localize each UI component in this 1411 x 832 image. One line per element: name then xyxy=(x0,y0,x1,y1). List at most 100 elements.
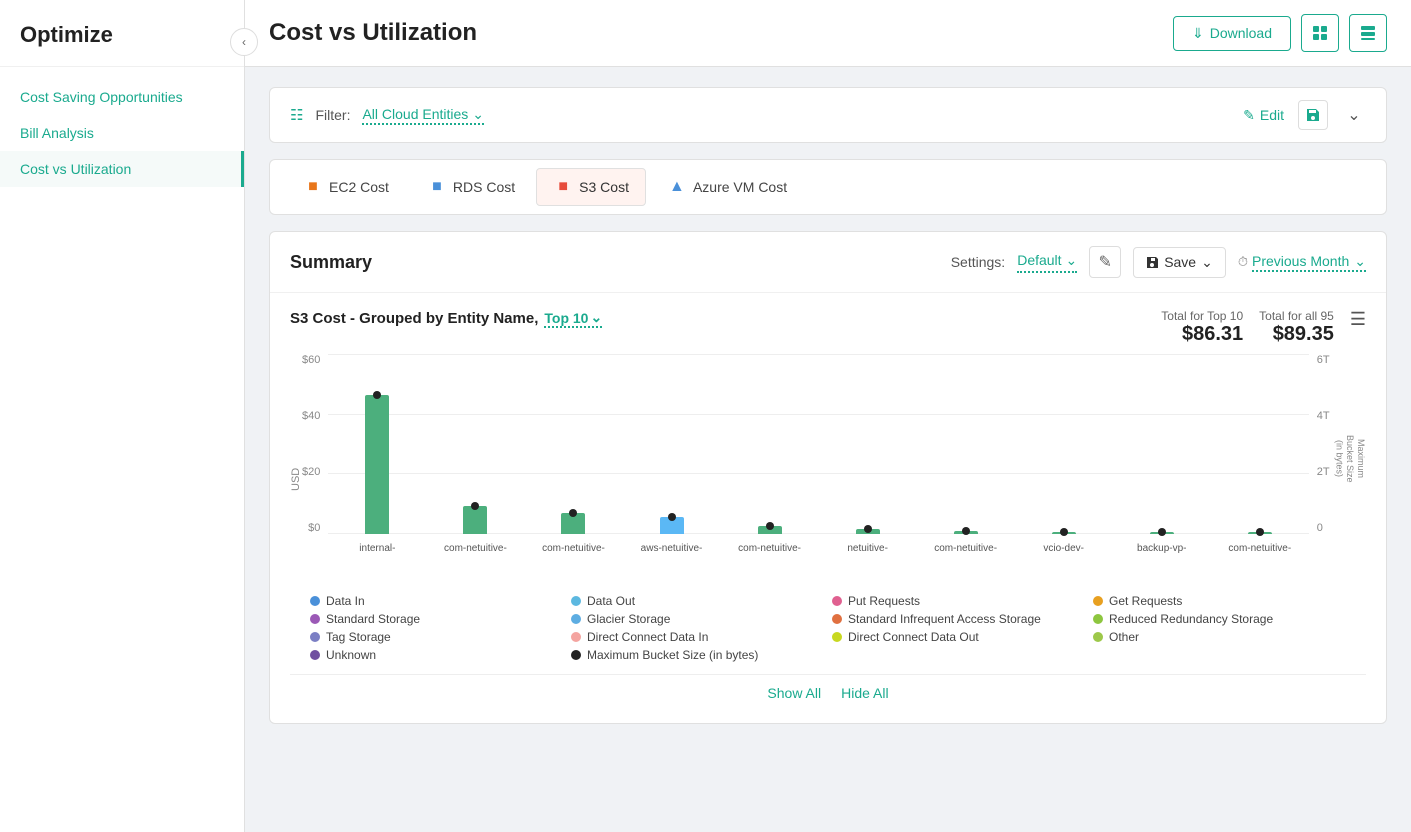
bar-group[interactable]: com-netuitive- xyxy=(426,354,524,534)
summary-controls: Settings: Default ⌄ ✎ Save ⌄ ⏱ xyxy=(951,246,1366,278)
bar-group[interactable]: netuitive- xyxy=(819,354,917,534)
layout-icon xyxy=(1360,25,1376,41)
chart-totals: Total for Top 10 $86.31 Total for all 95… xyxy=(1161,309,1366,346)
bar-chart: USD $60 $40 $20 $0 xyxy=(290,354,1366,584)
ec2-icon: ■ xyxy=(303,177,323,197)
filter-expand-button[interactable]: ⌄ xyxy=(1342,103,1366,127)
legend-item: Get Requests xyxy=(1093,594,1346,608)
tab-rds-cost[interactable]: ■ RDS Cost xyxy=(410,168,532,206)
settings-edit-button[interactable]: ✎ xyxy=(1089,246,1121,278)
filter-bar: ☷ Filter: All Cloud Entities ⌄ ✎ Edit ⌄ xyxy=(269,87,1387,143)
legend-color xyxy=(310,596,320,606)
bar-group[interactable]: vcio-dev- xyxy=(1015,354,1113,534)
legend-item: Direct Connect Data Out xyxy=(832,630,1085,644)
header-actions: ⇓ Download xyxy=(1173,14,1387,52)
legend-color xyxy=(1093,596,1103,606)
bar-label: aws-netuitive- xyxy=(641,543,703,554)
bar-group[interactable]: internal- xyxy=(328,354,426,534)
tab-ec2-cost[interactable]: ■ EC2 Cost xyxy=(286,168,406,206)
download-button[interactable]: ⇓ Download xyxy=(1173,16,1291,51)
bar-label: com-netuitive- xyxy=(934,543,997,554)
legend-color xyxy=(571,596,581,606)
legend-label: Unknown xyxy=(326,648,376,662)
show-hide-bar: Show All Hide All xyxy=(290,674,1366,711)
sidebar-collapse-button[interactable]: ‹ xyxy=(230,28,258,56)
s3-icon: ■ xyxy=(553,177,573,197)
legend-color xyxy=(571,650,581,660)
top10-chevron-icon: ⌄ xyxy=(590,309,602,326)
edit-button[interactable]: ✎ Edit xyxy=(1243,107,1284,124)
filter-left: ☷ Filter: All Cloud Entities ⌄ xyxy=(290,106,484,125)
filter-select[interactable]: All Cloud Entities ⌄ xyxy=(362,106,484,125)
show-all-button[interactable]: Show All xyxy=(767,685,821,701)
tabs-bar: ■ EC2 Cost ■ RDS Cost ■ S3 Cost ▲ Azure … xyxy=(269,159,1387,215)
layout-button[interactable] xyxy=(1349,14,1387,52)
bar-group[interactable]: aws-netuitive- xyxy=(623,354,721,534)
legend-color xyxy=(310,650,320,660)
legend-item: Direct Connect Data In xyxy=(571,630,824,644)
sidebar-item-bill-analysis[interactable]: Bill Analysis xyxy=(0,115,244,151)
azure-icon: ▲ xyxy=(667,177,687,197)
page-header: Cost vs Utilization ⇓ Download xyxy=(245,0,1411,67)
y-axis-left: $60 $40 $20 $0 xyxy=(302,354,328,554)
floppy-icon xyxy=(1146,256,1159,269)
grid-icon xyxy=(1312,25,1328,41)
main-content: Cost vs Utilization ⇓ Download xyxy=(245,0,1411,832)
bar-dot xyxy=(1060,528,1068,536)
save-icon xyxy=(1306,108,1320,122)
legend-label: Maximum Bucket Size (in bytes) xyxy=(587,648,758,662)
legend-item: Maximum Bucket Size (in bytes) xyxy=(571,648,824,662)
bars-area: internal-com-netuitive-com-netuitive-aws… xyxy=(328,354,1308,534)
chart-title-group: S3 Cost - Grouped by Entity Name, Top 10… xyxy=(290,309,602,328)
y-axis-right: 6T 4T 2T 0 xyxy=(1309,354,1330,554)
download-icon: ⇓ xyxy=(1192,25,1204,42)
grid-view-button[interactable] xyxy=(1301,14,1339,52)
clock-icon: ⏱ xyxy=(1238,254,1248,270)
total-top10: Total for Top 10 $86.31 xyxy=(1161,309,1243,346)
save-chevron-icon: ⌄ xyxy=(1201,254,1213,271)
legend-item: Tag Storage xyxy=(310,630,563,644)
bar-group[interactable]: com-netuitive- xyxy=(1211,354,1309,534)
bar xyxy=(1248,532,1272,534)
legend-label: Put Requests xyxy=(848,594,920,608)
legend-color xyxy=(832,632,842,642)
legend-item: Data In xyxy=(310,594,563,608)
filter-chevron-icon: ⌄ xyxy=(472,106,484,123)
bar-dot xyxy=(569,509,577,517)
bar-label: backup-vp- xyxy=(1137,543,1186,554)
chart-area: internal-com-netuitive-com-netuitive-aws… xyxy=(328,354,1308,554)
app-title: Optimize xyxy=(0,0,244,67)
legend-label: Standard Storage xyxy=(326,612,420,626)
legend-item: Unknown xyxy=(310,648,563,662)
previous-month-button[interactable]: Previous Month ⌄ xyxy=(1252,253,1366,272)
chart-menu-icon[interactable]: ☰ xyxy=(1350,309,1366,330)
bar-label: com-netuitive- xyxy=(1228,543,1291,554)
tab-azure-vm-cost[interactable]: ▲ Azure VM Cost xyxy=(650,168,804,206)
settings-select[interactable]: Default ⌄ xyxy=(1017,252,1077,273)
hide-all-button[interactable]: Hide All xyxy=(841,685,888,701)
top10-selector[interactable]: Top 10 ⌄ xyxy=(544,309,602,328)
legend-color xyxy=(1093,614,1103,624)
tab-s3-cost[interactable]: ■ S3 Cost xyxy=(536,168,646,206)
total-all: Total for all 95 $89.35 xyxy=(1259,309,1334,346)
filter-icon: ☷ xyxy=(290,106,303,124)
bar-group[interactable]: com-netuitive- xyxy=(721,354,819,534)
summary-section: Summary Settings: Default ⌄ ✎ Save ⌄ xyxy=(269,231,1387,724)
bar-dot xyxy=(471,502,479,510)
sidebar: Optimize ‹ Cost Saving Opportunities Bil… xyxy=(0,0,245,832)
bar xyxy=(365,395,389,534)
bar-group[interactable]: backup-vp- xyxy=(1113,354,1211,534)
save-button[interactable]: Save ⌄ xyxy=(1133,247,1226,278)
legend-color xyxy=(571,632,581,642)
legend-item: Reduced Redundancy Storage xyxy=(1093,612,1346,626)
legend-label: Reduced Redundancy Storage xyxy=(1109,612,1273,626)
legend: Data InData OutPut RequestsGet RequestsS… xyxy=(290,584,1366,674)
sidebar-item-cost-saving[interactable]: Cost Saving Opportunities xyxy=(0,79,244,115)
sidebar-item-cost-utilization[interactable]: Cost vs Utilization xyxy=(0,151,244,187)
bar-group[interactable]: com-netuitive- xyxy=(524,354,622,534)
legend-label: Data In xyxy=(326,594,365,608)
save-icon-button[interactable] xyxy=(1298,100,1328,130)
bar-dot xyxy=(668,513,676,521)
legend-item: Put Requests xyxy=(832,594,1085,608)
bar-group[interactable]: com-netuitive- xyxy=(917,354,1015,534)
